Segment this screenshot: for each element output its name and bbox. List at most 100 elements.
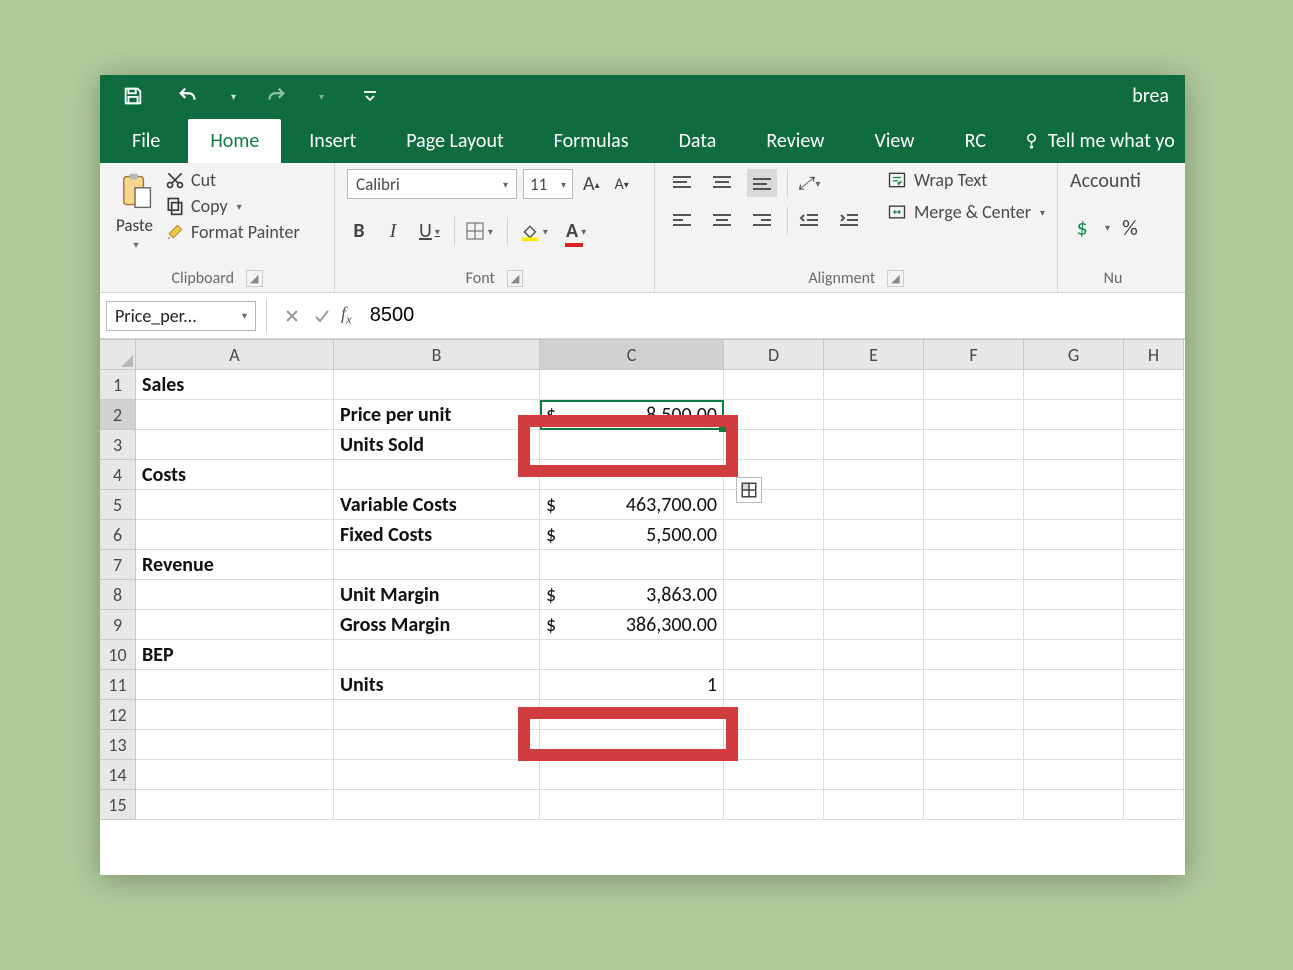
cell[interactable] [924, 430, 1024, 460]
font-dialog-launcher[interactable]: ◢ [507, 270, 523, 287]
italic-button[interactable]: I [381, 217, 405, 245]
cell[interactable] [824, 580, 924, 610]
row-header[interactable]: 1 [100, 370, 136, 400]
cell[interactable]: Units [334, 670, 540, 700]
cell[interactable] [1024, 550, 1124, 580]
increase-font-size-button[interactable]: A▴ [579, 170, 604, 198]
col-header-D[interactable]: D [724, 340, 824, 370]
cell[interactable] [540, 640, 724, 670]
cell[interactable] [924, 580, 1024, 610]
cell[interactable] [924, 760, 1024, 790]
cell[interactable] [540, 790, 724, 820]
cell[interactable] [824, 460, 924, 490]
tab-page-layout[interactable]: Page Layout [384, 119, 525, 163]
cell[interactable] [540, 460, 724, 490]
alignment-dialog-launcher[interactable]: ◢ [887, 270, 903, 287]
align-middle-button[interactable] [707, 169, 737, 197]
cell[interactable] [724, 760, 824, 790]
cell[interactable] [1124, 400, 1184, 430]
cell[interactable] [824, 760, 924, 790]
cell[interactable] [540, 550, 724, 580]
cell[interactable]: Gross Margin [334, 610, 540, 640]
cell[interactable] [136, 520, 334, 550]
cell[interactable] [1124, 460, 1184, 490]
tab-rc[interactable]: RC [943, 119, 1008, 163]
cell[interactable] [1124, 640, 1184, 670]
cell[interactable] [824, 400, 924, 430]
cell[interactable]: $ 386,300.00 [540, 610, 724, 640]
tab-review[interactable]: Review [744, 119, 846, 163]
cell[interactable] [724, 730, 824, 760]
align-right-button[interactable] [747, 207, 777, 235]
cell[interactable]: Costs [136, 460, 334, 490]
col-header-B[interactable]: B [334, 340, 540, 370]
cell[interactable]: $ 5,500.00 [540, 520, 724, 550]
cell[interactable] [724, 550, 824, 580]
paste-button[interactable]: Paste ▾ [112, 169, 157, 253]
cell[interactable]: $ 3,863.00 [540, 580, 724, 610]
fill-color-button[interactable]: ▾ [507, 217, 552, 245]
cell[interactable] [724, 520, 824, 550]
redo-button[interactable] [260, 82, 292, 110]
cell[interactable] [724, 580, 824, 610]
cell[interactable] [1124, 370, 1184, 400]
merge-dropdown-icon[interactable]: ▾ [1040, 206, 1045, 219]
font-name-select[interactable]: Calibri ▾ [347, 169, 517, 199]
accounting-format-button[interactable]: $ [1070, 213, 1094, 241]
cell[interactable] [824, 790, 924, 820]
save-icon[interactable] [118, 82, 148, 110]
cell[interactable]: Sales [136, 370, 334, 400]
row-header[interactable]: 11 [100, 670, 136, 700]
cell[interactable] [334, 790, 540, 820]
redo-dropdown-icon[interactable]: ▾ [319, 90, 324, 103]
cell[interactable] [824, 730, 924, 760]
cell[interactable] [1024, 700, 1124, 730]
cell[interactable] [924, 520, 1024, 550]
cell[interactable] [136, 490, 334, 520]
cell[interactable] [136, 400, 334, 430]
cell[interactable] [824, 670, 924, 700]
underline-button[interactable]: U▾ [415, 217, 444, 245]
cell[interactable] [1024, 520, 1124, 550]
decrease-indent-button[interactable] [787, 207, 824, 235]
accounting-dropdown-icon[interactable]: ▾ [1105, 221, 1110, 234]
row-header[interactable]: 7 [100, 550, 136, 580]
cell[interactable] [724, 370, 824, 400]
cell[interactable] [1124, 430, 1184, 460]
row-header[interactable]: 13 [100, 730, 136, 760]
formula-input[interactable] [360, 301, 1185, 331]
row-header[interactable]: 15 [100, 790, 136, 820]
row-header[interactable]: 6 [100, 520, 136, 550]
cell[interactable] [540, 760, 724, 790]
decrease-font-size-button[interactable]: A▾ [610, 170, 634, 198]
cell[interactable] [136, 670, 334, 700]
tab-data[interactable]: Data [657, 119, 739, 163]
cell[interactable] [1024, 670, 1124, 700]
increase-indent-button[interactable] [834, 207, 864, 235]
number-format-select[interactable]: Accounti [1070, 169, 1141, 193]
cell[interactable]: Units Sold [334, 430, 540, 460]
cell[interactable] [1024, 640, 1124, 670]
worksheet-grid[interactable]: A B C D E F G H 1 Sales 2 Price per unit… [100, 339, 1185, 820]
cell[interactable]: Variable Costs [334, 490, 540, 520]
cell[interactable] [540, 430, 724, 460]
cell[interactable] [924, 670, 1024, 700]
cell[interactable]: Revenue [136, 550, 334, 580]
cell[interactable] [1124, 730, 1184, 760]
row-header[interactable]: 14 [100, 760, 136, 790]
cell[interactable] [824, 640, 924, 670]
cell[interactable] [1124, 760, 1184, 790]
cell[interactable] [924, 460, 1024, 490]
cell[interactable] [824, 520, 924, 550]
fx-icon[interactable]: fx [341, 303, 352, 328]
row-header[interactable]: 10 [100, 640, 136, 670]
cell[interactable] [136, 430, 334, 460]
align-bottom-button[interactable] [747, 169, 777, 197]
cell[interactable] [824, 700, 924, 730]
format-painter-button[interactable]: Format Painter [165, 221, 300, 243]
cell[interactable] [824, 370, 924, 400]
cell[interactable] [1024, 580, 1124, 610]
cell[interactable] [334, 460, 540, 490]
align-center-button[interactable] [707, 207, 737, 235]
font-size-select[interactable]: 11 ▾ [523, 169, 573, 199]
